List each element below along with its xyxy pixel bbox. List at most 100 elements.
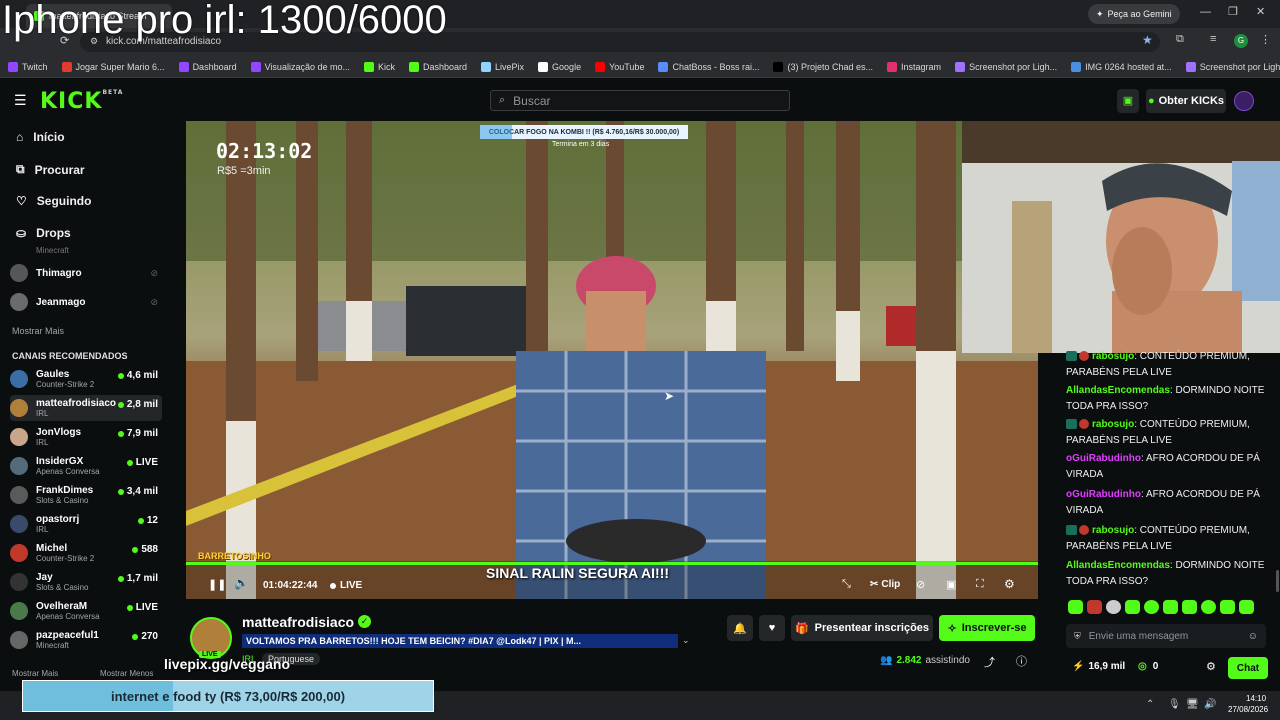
system-tray-up-icon[interactable]: ⌃ [1146, 699, 1154, 710]
share-icon[interactable]: ⤴ [984, 654, 995, 670]
theater-icon[interactable]: ⤡ [842, 578, 851, 591]
info-icon[interactable]: ⓘ [1016, 653, 1027, 669]
emote-icon[interactable] [1087, 600, 1102, 614]
recommended-channel[interactable]: InsiderGX Apenas Conversa LIVE [10, 453, 162, 479]
channel-name[interactable]: matteafrodisiaco [242, 614, 354, 630]
show-more-link-2[interactable]: Mostrar Mais [12, 669, 58, 678]
chat-username[interactable]: rabosujo [1092, 351, 1134, 362]
gemini-button[interactable]: ✦ Peça ao Gemini [1088, 4, 1180, 24]
bookmark-item[interactable]: Google [538, 61, 581, 72]
recommended-channel[interactable]: Michel Counter-Strike 2 588 [10, 540, 162, 566]
nav-home[interactable]: ⌂ Início [16, 130, 65, 144]
avatar [10, 370, 28, 388]
speaker-icon[interactable]: 🔊 [1204, 699, 1216, 710]
video-player[interactable]: 02:13:02 R$5 =3min COLOCAR FOGO NA KOMBI… [186, 121, 1038, 599]
subscribe-button[interactable]: ✧ Inscrever-se [939, 615, 1035, 641]
live-dot-icon [132, 633, 139, 640]
settings-icon[interactable]: ⚙ [1004, 577, 1015, 591]
minimize-button[interactable]: — [1200, 6, 1211, 18]
viewer-count: LIVE [126, 457, 158, 468]
bookmark-item[interactable]: (3) Projeto Chad es... [773, 61, 873, 72]
bookmark-item[interactable]: Jogar Super Mario 6... [61, 61, 165, 72]
bookmark-item[interactable]: Kick [363, 61, 395, 72]
notification-bell-button[interactable]: 🔔 [727, 615, 753, 641]
mic-icon[interactable]: 🎙 [1168, 699, 1181, 710]
clip-button[interactable]: ✂ Clip [870, 579, 900, 590]
recommended-channel[interactable]: matteafrodisiaco IRL 2,8 mil [10, 395, 162, 421]
bookmark-item[interactable]: Dashboard [409, 61, 467, 72]
recommended-channel[interactable]: FrankDimes Slots & Casino 3,4 mil [10, 482, 162, 508]
chat-scrollbar[interactable] [1276, 570, 1279, 592]
nav-drops[interactable]: ⛀ Drops [16, 226, 71, 240]
chat-username[interactable]: rabosujo [1092, 419, 1134, 430]
maximize-button[interactable]: ❐ [1228, 5, 1238, 18]
recommended-channel[interactable]: pazpeaceful1 Minecraft 270 [10, 627, 162, 653]
pip-icon[interactable]: ▣ [946, 578, 956, 591]
emote-icon[interactable] [1220, 600, 1235, 614]
close-window-button[interactable]: ✕ [1256, 5, 1265, 18]
emote-icon[interactable] [1068, 600, 1083, 614]
chat-username[interactable]: rabosujo [1092, 525, 1134, 536]
network-icon[interactable]: 🖥 [1186, 699, 1199, 710]
extensions-icon[interactable]: ⧉ [1176, 33, 1184, 46]
chat-username[interactable]: AllandasEncomendas [1066, 385, 1170, 396]
emoji-icon[interactable]: ☺ [1248, 631, 1258, 642]
pause-icon[interactable]: ❚❚ [208, 578, 226, 591]
recommended-channel[interactable]: Jay Slots & Casino 1,7 mil [10, 569, 162, 595]
profile-avatar[interactable]: G [1234, 34, 1248, 48]
nav-browse[interactable]: ⧉ Procurar [16, 162, 85, 177]
bookmark-item[interactable]: Screenshot por Ligh... [955, 61, 1057, 72]
chat-settings-icon[interactable]: ⚙ [1206, 660, 1216, 673]
bookmark-item[interactable]: YouTube [595, 61, 644, 72]
nav-following[interactable]: ♡ Seguindo [16, 194, 91, 208]
bookmark-item[interactable]: IMG 0264 hosted at... [1071, 61, 1172, 72]
fullscreen-icon[interactable]: ⛶ [976, 578, 984, 591]
emote-icon[interactable] [1201, 600, 1216, 614]
bookmark-star-icon[interactable]: ★ [1142, 33, 1153, 47]
recommended-channel[interactable]: opastorrj IRL 12 [10, 511, 162, 537]
recommended-channel[interactable]: OvelheraM Apenas Conversa LIVE [10, 598, 162, 624]
emote-icon[interactable] [1239, 600, 1254, 614]
kick-logo[interactable]: KICKBETA [40, 89, 123, 114]
bookmark-item[interactable]: Dashboard [178, 61, 237, 72]
emote-icon[interactable] [1182, 600, 1197, 614]
hamburger-menu-icon[interactable]: ☰ [14, 92, 27, 109]
chat-username[interactable]: oGuiRabudinho [1066, 453, 1141, 464]
following-item[interactable]: Jeanmago ⊘ [10, 289, 162, 315]
chat-username[interactable]: oGuiRabudinho [1066, 489, 1141, 500]
show-less-link[interactable]: Mostrar Menos [100, 669, 153, 678]
chat-username[interactable]: AllandasEncomendas [1066, 560, 1170, 571]
chat-message: rabosujo: CONTEÚDO PREMIUM, PARABÉNS PEL… [1066, 351, 1250, 378]
search-input[interactable]: ⌕ Buscar [490, 90, 790, 111]
bookmark-item[interactable]: ChatBoss - Boss rai... [658, 61, 759, 72]
bookmark-item[interactable]: Screenshot por Ligh... [1185, 61, 1280, 72]
emote-icon[interactable] [1125, 600, 1140, 614]
follow-heart-button[interactable]: ♥ [759, 615, 785, 641]
stream-timer: 02:13:02 [216, 139, 313, 163]
offline-icon: ⊘ [150, 267, 158, 278]
recommended-channel[interactable]: JonVlogs IRL 7,9 mil [10, 424, 162, 450]
get-kicks-button[interactable]: ● Obter KICKs [1146, 89, 1226, 113]
recommended-channel[interactable]: Gaules Counter-Strike 2 4,6 mil [10, 366, 162, 392]
user-avatar[interactable] [1234, 91, 1254, 111]
emote-icon[interactable] [1163, 600, 1178, 614]
bookmark-item[interactable]: Instagram [887, 61, 941, 72]
show-more-link[interactable]: Mostrar Mais [12, 326, 64, 336]
chat-input[interactable]: ⛨ Envie uma mensagem ☺ [1066, 624, 1266, 648]
emote-icon[interactable] [1106, 600, 1121, 614]
send-chat-button[interactable]: Chat [1228, 657, 1268, 679]
volume-icon[interactable]: 🔈 [234, 576, 249, 590]
gift-subs-button[interactable]: 🎁 Presentear inscrições [791, 615, 933, 641]
avatar [10, 264, 28, 282]
bookmark-item[interactable]: Twitch [8, 61, 48, 72]
bookmark-item[interactable]: LivePix [481, 61, 524, 72]
menu-icon[interactable]: ⋮ [1260, 33, 1271, 46]
cast-icon[interactable]: ⊘ [916, 578, 925, 591]
drops-header-icon[interactable]: ▣ [1117, 89, 1139, 113]
following-item[interactable]: Thimagro ⊘ [10, 260, 162, 286]
emote-icon[interactable] [1144, 600, 1159, 614]
expand-title-icon[interactable]: ⌄ [682, 635, 690, 646]
reading-list-icon[interactable]: ≡ [1210, 33, 1216, 45]
chat-panel: rabosujo: CONTEÚDO PREMIUM, PARABÉNS PEL… [1060, 351, 1280, 603]
bookmark-item[interactable]: Visualização de mo... [250, 61, 350, 72]
